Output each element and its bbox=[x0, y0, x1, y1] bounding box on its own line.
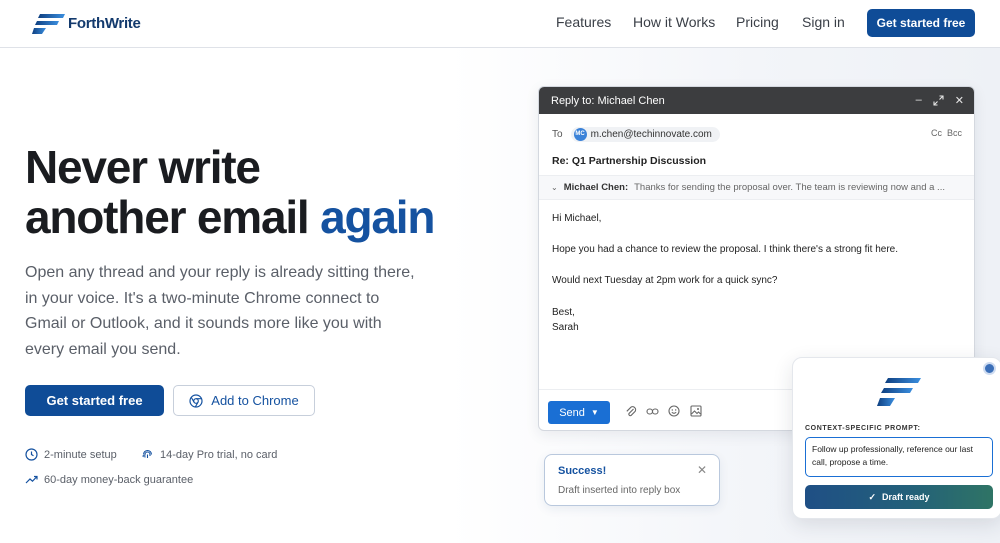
nav-get-started-button[interactable]: Get started free bbox=[867, 9, 975, 37]
emoji-icon[interactable] bbox=[668, 405, 680, 417]
body-paragraph-2: Would next Tuesday at 2pm work for a qui… bbox=[552, 275, 778, 287]
clock-icon bbox=[25, 448, 38, 461]
send-label: Send bbox=[559, 406, 585, 419]
minimize-icon[interactable]: – bbox=[916, 94, 922, 107]
headline-accent: again bbox=[320, 191, 435, 243]
body-signature: Sarah bbox=[552, 322, 579, 334]
trending-up-icon bbox=[25, 475, 38, 484]
add-to-chrome-label: Add to Chrome bbox=[211, 393, 299, 408]
draft-ready-button[interactable]: ✓ Draft ready bbox=[805, 485, 993, 509]
cc-bcc-links[interactable]: Cc Bcc bbox=[931, 128, 962, 138]
link-icon[interactable] bbox=[646, 406, 659, 417]
close-icon[interactable]: ✕ bbox=[955, 94, 964, 107]
feature-setup-text: 2-minute setup bbox=[44, 448, 117, 461]
chevron-down-icon[interactable]: ▼ bbox=[591, 408, 599, 417]
logo-mark-icon bbox=[877, 378, 921, 406]
toast-message: Draft inserted into reply box bbox=[558, 485, 681, 496]
feature-trial: 14-day Pro trial, no card bbox=[141, 448, 277, 461]
close-icon[interactable]: ✕ bbox=[697, 463, 707, 477]
nav-link-pricing[interactable]: Pricing bbox=[736, 14, 779, 30]
thread-from: Michael Chen: bbox=[563, 182, 629, 193]
success-toast: Success! Draft inserted into reply box ✕ bbox=[544, 454, 720, 506]
nav-link-sign-in[interactable]: Sign in bbox=[802, 14, 845, 30]
chevron-down-icon[interactable]: ⌄ bbox=[551, 183, 558, 192]
draft-ready-label: Draft ready bbox=[882, 492, 930, 502]
attachment-icon[interactable] bbox=[625, 405, 637, 418]
nav-link-features[interactable]: Features bbox=[556, 14, 611, 30]
prompt-input[interactable]: Follow up professionally, reference our … bbox=[805, 437, 993, 477]
feature-setup: 2-minute setup bbox=[25, 448, 117, 461]
check-icon: ✓ bbox=[868, 491, 876, 502]
to-label: To bbox=[552, 128, 563, 140]
hero-subtitle: Open any thread and your reply is alread… bbox=[25, 264, 415, 358]
feature-trial-text: 14-day Pro trial, no card bbox=[160, 448, 278, 461]
feature-guarantee: 60-day money-back guarantee bbox=[25, 473, 193, 486]
prompt-card: CONTEXT-SPECIFIC PROMPT: Follow up profe… bbox=[792, 357, 1000, 519]
body-paragraph-1: Hope you had a chance to review the prop… bbox=[552, 244, 899, 256]
expand-icon[interactable] bbox=[933, 95, 944, 106]
status-dot-icon bbox=[983, 362, 996, 375]
chrome-icon bbox=[189, 393, 203, 408]
top-nav: ForthWrite Features How it Works Pricing… bbox=[0, 0, 1000, 48]
subject-line[interactable]: Re: Q1 Partnership Discussion bbox=[552, 155, 706, 167]
logo-mark-icon bbox=[32, 14, 65, 34]
recipient-chip[interactable]: MC m.chen@techinnovate.com bbox=[570, 126, 720, 142]
body-greeting: Hi Michael, bbox=[552, 213, 602, 224]
headline-line-1: Never write bbox=[25, 141, 261, 193]
prompt-label: CONTEXT-SPECIFIC PROMPT: bbox=[805, 425, 921, 432]
toast-title: Success! bbox=[558, 465, 607, 477]
thread-preview-text: Thanks for sending the proposal over. Th… bbox=[634, 182, 945, 193]
image-icon[interactable] bbox=[690, 405, 702, 417]
compose-header: Reply to: Michael Chen – ✕ bbox=[539, 87, 974, 114]
get-started-button[interactable]: Get started free bbox=[25, 385, 164, 416]
body-closing: Best, bbox=[552, 306, 575, 318]
headline-line-2: another email bbox=[25, 191, 310, 243]
nav-link-how-it-works[interactable]: How it Works bbox=[633, 14, 715, 30]
recipient-email: m.chen@techinnovate.com bbox=[590, 128, 712, 140]
compose-title: Reply to: Michael Chen bbox=[551, 94, 665, 107]
thread-preview[interactable]: ⌄ Michael Chen: Thanks for sending the p… bbox=[539, 175, 974, 200]
email-body[interactable]: Hi Michael, Hope you had a chance to rev… bbox=[552, 211, 962, 336]
fingerprint-icon bbox=[142, 449, 153, 458]
hero-headline: Never write another email again bbox=[25, 142, 495, 242]
to-row: To MC m.chen@techinnovate.com Cc Bcc bbox=[552, 125, 962, 143]
add-to-chrome-button[interactable]: Add to Chrome bbox=[173, 385, 315, 416]
feature-guarantee-text: 60-day money-back guarantee bbox=[44, 473, 194, 486]
recipient-avatar: MC bbox=[573, 127, 587, 141]
logo-text: ForthWrite bbox=[68, 14, 141, 32]
brand-logo[interactable]: ForthWrite bbox=[32, 10, 141, 36]
send-button[interactable]: Send ▼ bbox=[548, 401, 610, 424]
